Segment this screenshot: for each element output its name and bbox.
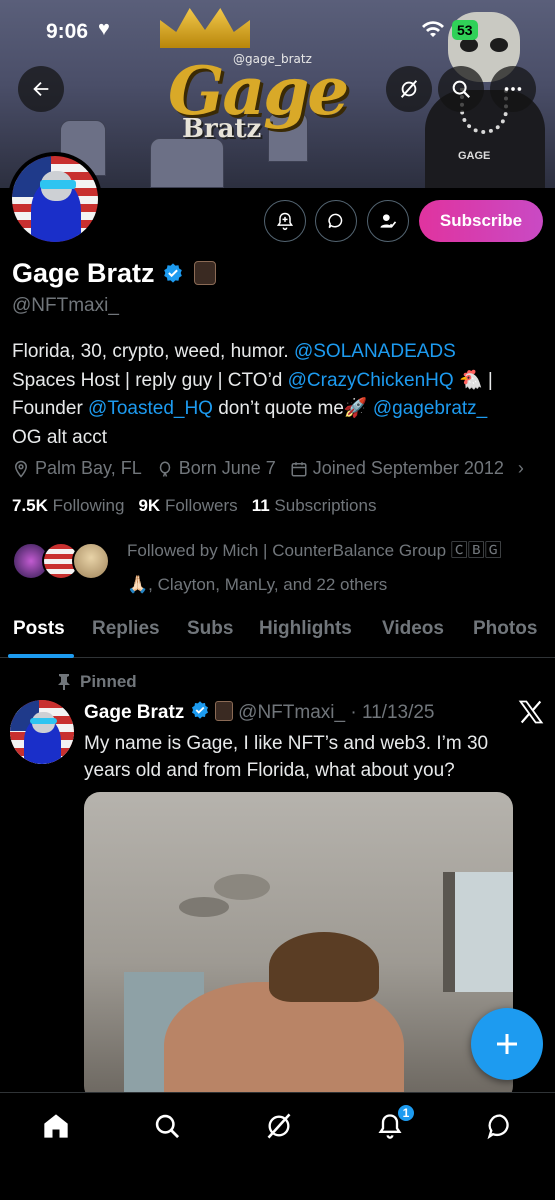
post-handle-date[interactable]: @NFTmaxi_ · 11/13/25: [238, 702, 434, 723]
following-stat[interactable]: 7.5K Following: [12, 496, 124, 516]
profile-handle: @NFTmaxi_: [12, 295, 119, 316]
post-author-name[interactable]: Gage Bratz: [84, 702, 184, 723]
nav-messages[interactable]: [483, 1109, 517, 1143]
followed-by-line: 🙏🏻, Clayton, ManLy, and 22 others: [127, 575, 388, 594]
grok-button[interactable]: [386, 66, 432, 112]
bottom-navigation: 1: [0, 1092, 555, 1200]
nav-grok[interactable]: [262, 1109, 296, 1143]
status-indicators: 53: [420, 20, 478, 40]
chat-icon: [487, 1114, 509, 1140]
message-button[interactable]: [315, 200, 357, 242]
location-text: Palm Bay, FL: [35, 458, 142, 478]
profile-name: Gage Bratz: [12, 258, 216, 289]
tab-photos[interactable]: Photos: [473, 618, 537, 640]
search-icon: [452, 80, 471, 99]
location-icon: [14, 460, 28, 478]
verified-icon: [191, 701, 208, 719]
post-text: My name is Gage, I like NFT’s and web3. …: [84, 733, 489, 781]
profile-stats: 7.5K Following 9K Followers 11 Subscript…: [12, 496, 376, 516]
bio-text: Florida, 30, crypto, weed, humor.: [12, 341, 294, 362]
battery-indicator: 53: [452, 20, 478, 40]
post-header: Gage Bratz @NFTmaxi_ · 11/13/25: [84, 700, 435, 724]
nav-home[interactable]: [39, 1109, 73, 1143]
bio-text: don’t quote me🚀: [212, 398, 373, 419]
tab-videos[interactable]: Videos: [382, 618, 444, 640]
tombstone: [150, 138, 224, 188]
tab-highlights[interactable]: Highlights: [259, 618, 352, 640]
followers-stat[interactable]: 9K Followers: [138, 496, 237, 516]
followed-by-line: Followed by Mich | CounterBalance Group …: [127, 541, 502, 560]
profile-tabs: Posts Replies Subs Highlights Videos Pho…: [0, 610, 555, 658]
x-logo-icon: [518, 700, 544, 724]
back-arrow-icon: [33, 81, 49, 97]
post-image[interactable]: [84, 792, 513, 1102]
mention-link[interactable]: @gagebratz_: [373, 398, 487, 419]
pinned-label: Pinned: [56, 672, 137, 692]
bio-text: OG alt acct: [12, 426, 108, 448]
back-button[interactable]: [18, 66, 64, 112]
bio-text: Spaces Host | reply guy | CTO’d: [12, 369, 288, 391]
followed-by-text[interactable]: Followed by Mich | CounterBalance Group …: [127, 534, 547, 602]
avatar: [72, 542, 110, 580]
pinned-text: Pinned: [80, 672, 137, 691]
grok-icon: [267, 1113, 291, 1139]
mention-link[interactable]: @SOLANADEADS: [294, 341, 456, 362]
wifi-icon: [422, 21, 444, 37]
tab-replies[interactable]: Replies: [92, 618, 160, 640]
banner-logo-subtext: Bratz: [182, 114, 262, 144]
add-notification-icon: [276, 212, 294, 231]
subscribe-button[interactable]: Subscribe: [419, 200, 543, 242]
status-time: 9:06: [46, 20, 89, 43]
mention-link[interactable]: @Toasted_HQ: [88, 398, 213, 419]
post-author-avatar[interactable]: [10, 700, 74, 764]
more-icon: [504, 87, 522, 91]
profile-avatar[interactable]: [8, 152, 102, 246]
following-button[interactable]: [367, 200, 409, 242]
location-item: Palm Bay, FL: [12, 458, 142, 479]
compose-button[interactable]: [471, 1008, 543, 1080]
birthday-icon: [159, 461, 170, 477]
joined-text: Joined September 2012: [312, 458, 504, 478]
calendar-icon: [291, 461, 307, 476]
search-icon: [155, 1114, 180, 1139]
born-text: Born June 7: [178, 458, 276, 478]
heart-icon: ♥: [98, 18, 110, 40]
mention-link[interactable]: @CrazyChickenHQ: [288, 370, 454, 391]
pin-icon: [58, 674, 70, 690]
affiliate-badge-icon: [214, 701, 233, 721]
profile-name-text: Gage Bratz: [12, 258, 155, 288]
subscriptions-stat[interactable]: 11 Subscriptions: [252, 496, 377, 516]
nav-search[interactable]: [150, 1109, 184, 1143]
notification-badge: 1: [396, 1103, 416, 1123]
plus-icon: [497, 1034, 517, 1054]
tab-subs[interactable]: Subs: [187, 618, 233, 640]
follow-user-icon: [380, 214, 397, 228]
joined-item: Joined September 2012: [290, 458, 504, 479]
notify-button[interactable]: [264, 200, 306, 242]
message-icon: [328, 213, 343, 229]
active-tab-indicator: [8, 654, 74, 658]
grok-icon: [400, 80, 418, 98]
home-icon: [44, 1114, 68, 1138]
profile-meta: Palm Bay, FL Born June 7 Joined Septembe…: [12, 458, 524, 479]
affiliate-badge-icon[interactable]: [193, 261, 216, 285]
verified-icon: [164, 263, 182, 283]
birthday-item: Born June 7: [156, 458, 276, 479]
profile-bio: Florida, 30, crypto, weed, humor. @SOLAN…: [12, 338, 547, 452]
crown-graphic: [160, 8, 250, 48]
chevron-right-icon[interactable]: ›: [518, 458, 524, 479]
search-button[interactable]: [438, 66, 484, 112]
more-options-button[interactable]: [490, 66, 536, 112]
tab-posts[interactable]: Posts: [13, 618, 65, 640]
